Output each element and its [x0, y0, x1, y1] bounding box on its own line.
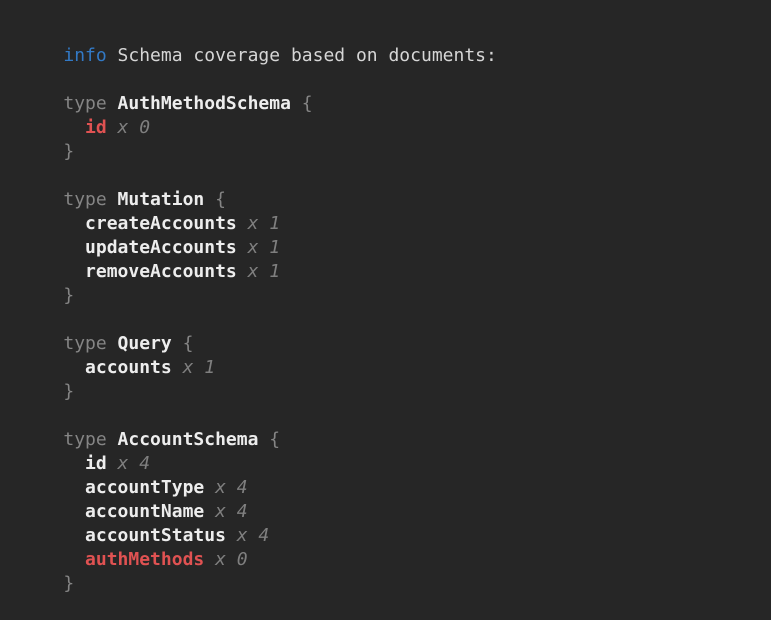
field-hit-count: x 1: [248, 237, 281, 258]
close-brace: }: [63, 573, 74, 594]
blank-line: [20, 380, 761, 404]
close-brace: }: [63, 141, 74, 162]
close-brace: }: [63, 285, 74, 306]
blank-line: [20, 284, 761, 308]
close-brace: }: [63, 381, 74, 402]
field-name: id: [85, 117, 107, 138]
field-hit-count: x 1: [248, 261, 281, 282]
open-brace: {: [215, 189, 226, 210]
field-name: accountName: [85, 501, 204, 522]
type-keyword: type: [63, 93, 106, 114]
log-message: Schema coverage based on documents:: [118, 45, 497, 66]
type-keyword: type: [63, 333, 106, 354]
terminal-output: infoSchema coverage based on documents: …: [0, 0, 771, 576]
type-keyword: type: [63, 429, 106, 450]
field-name: authMethods: [85, 549, 204, 570]
field-name: removeAccounts: [85, 261, 237, 282]
open-brace: {: [269, 429, 280, 450]
field-hit-count: x 0: [118, 117, 151, 138]
field-hit-count: x 4: [215, 477, 248, 498]
open-brace: {: [183, 333, 194, 354]
type-header-query: typeQuery{: [20, 308, 761, 332]
field-hit-count: x 0: [215, 549, 248, 570]
field-name: accountStatus: [85, 525, 226, 546]
log-level-badge: info: [63, 45, 106, 66]
field-hit-count: x 4: [118, 453, 151, 474]
field-name: accounts: [85, 357, 172, 378]
type-header-authmethodschema: typeAuthMethodSchema{: [20, 68, 761, 92]
type-header-accountschema: typeAccountSchema{: [20, 404, 761, 428]
field-hit-count: x 1: [248, 213, 281, 234]
type-header-mutation: typeMutation{: [20, 164, 761, 188]
field-name: updateAccounts: [85, 237, 237, 258]
type-name: AuthMethodSchema: [118, 93, 291, 114]
field-hit-count: x 4: [215, 501, 248, 522]
field-name: id: [85, 453, 107, 474]
field-hit-count: x 4: [237, 525, 270, 546]
field-name: accountType: [85, 477, 204, 498]
open-brace: {: [302, 93, 313, 114]
type-name: Query: [118, 333, 172, 354]
type-keyword: type: [63, 189, 106, 210]
type-name: Mutation: [118, 189, 205, 210]
log-line: infoSchema coverage based on documents:: [20, 20, 761, 44]
blank-line: [20, 140, 761, 164]
field-hit-count: x 1: [183, 357, 216, 378]
type-name: AccountSchema: [118, 429, 259, 450]
field-name: createAccounts: [85, 213, 237, 234]
